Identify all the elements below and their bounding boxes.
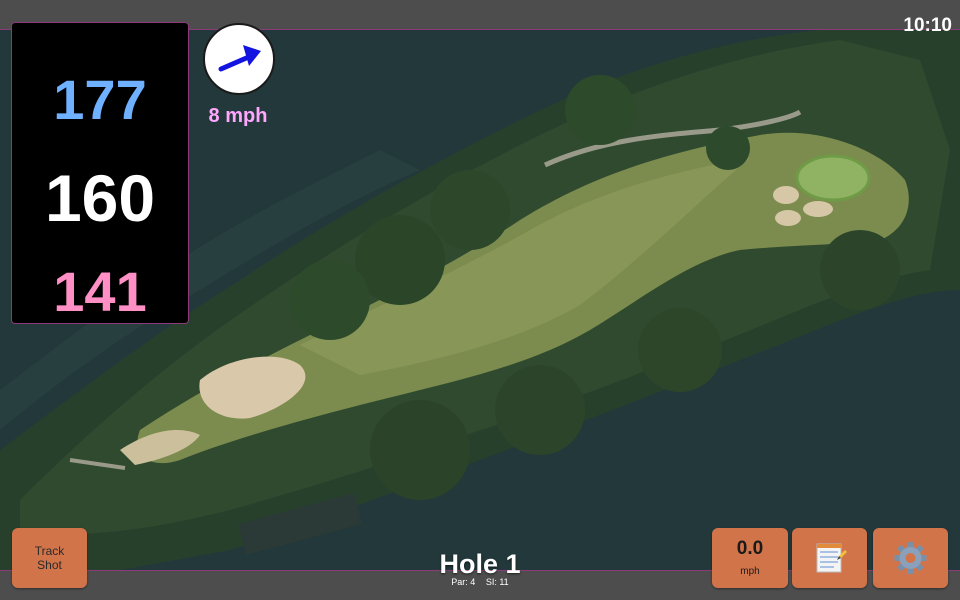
distance-panel: 177 160 141 xyxy=(11,22,189,324)
hole-stroke-index: SI: 11 xyxy=(485,577,509,587)
hole-par: Par: 4 xyxy=(451,577,476,587)
gear-icon xyxy=(894,542,927,574)
wind-speed: 8 mph xyxy=(208,105,268,127)
distance-back: 177 xyxy=(53,68,147,131)
track-shot-label: Track Shot xyxy=(34,544,65,572)
track-shot-button[interactable]: Track Shot xyxy=(12,528,87,588)
speed-button[interactable]: 0.0 mph xyxy=(712,528,788,588)
speed-unit: mph xyxy=(740,566,760,577)
notes-button[interactable] xyxy=(792,528,867,588)
speed-value: 0.0 xyxy=(736,538,764,559)
hole-title: Hole 1 xyxy=(439,549,521,579)
wind-indicator xyxy=(203,23,275,95)
distance-middle: 160 xyxy=(44,161,156,235)
hole-info: Par: 4 SI: 11 xyxy=(380,577,580,587)
distance-front: 141 xyxy=(53,260,147,323)
notepad-icon xyxy=(816,543,847,573)
settings-button[interactable] xyxy=(873,528,948,588)
clock: 10:10 xyxy=(903,15,952,36)
wind-direction-arrow-icon xyxy=(218,45,261,72)
